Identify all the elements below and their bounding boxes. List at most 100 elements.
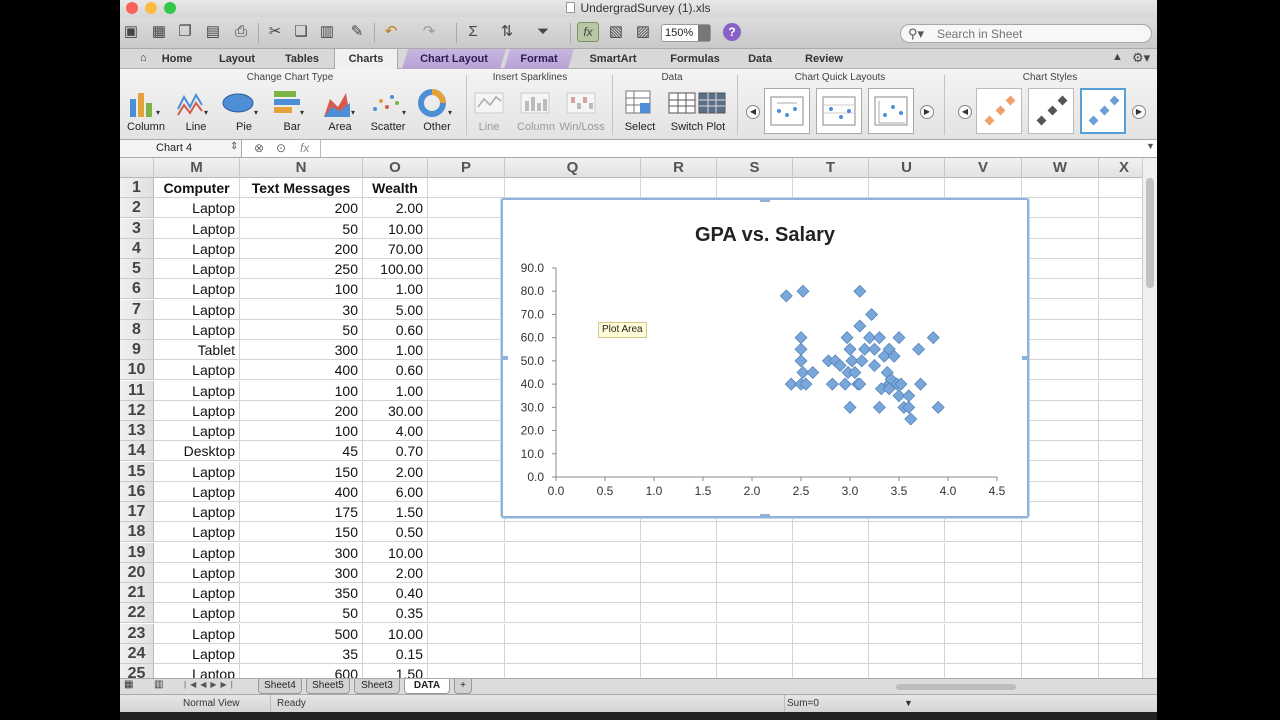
cell[interactable]: Laptop [154, 380, 240, 401]
expand-formula-icon[interactable]: ▼ [1146, 141, 1155, 151]
cell[interactable]: 250 [240, 259, 363, 279]
cell[interactable] [428, 421, 505, 441]
new-workbook-icon[interactable]: ▣ [122, 23, 140, 41]
cell[interactable] [945, 522, 1022, 543]
cell[interactable] [717, 562, 793, 583]
cell[interactable] [1022, 238, 1099, 259]
bar-button[interactable]: Bar [270, 121, 314, 133]
close-window-button[interactable] [126, 2, 138, 14]
sum-readout[interactable]: Sum=0 [787, 695, 819, 712]
cell[interactable] [945, 603, 1022, 624]
cancel-entry-icon[interactable]: ⊗ [254, 141, 264, 155]
row-header[interactable]: 12 [120, 400, 154, 421]
row-header[interactable]: 5 [120, 259, 154, 279]
cell[interactable] [1022, 441, 1099, 462]
cell[interactable]: 0.40 [363, 583, 428, 603]
cell[interactable] [428, 441, 505, 462]
cell[interactable]: Laptop [154, 664, 240, 678]
cell[interactable]: 400 [240, 481, 363, 502]
cell[interactable] [1099, 421, 1142, 441]
row-header[interactable]: 18 [120, 522, 154, 543]
cell[interactable]: 200 [240, 238, 363, 259]
select-all-corner[interactable] [120, 158, 154, 178]
cell[interactable]: 0.50 [363, 522, 428, 543]
fx-icon[interactable]: fx [300, 141, 309, 155]
resize-handle[interactable] [760, 514, 770, 518]
row-header[interactable]: 9 [120, 340, 154, 360]
column-header-o[interactable]: O [363, 158, 428, 178]
tab-data[interactable]: Data [740, 49, 780, 69]
cell[interactable] [869, 562, 945, 583]
sheet-tab-data[interactable]: DATA [404, 679, 450, 694]
cell[interactable] [793, 562, 869, 583]
cell[interactable] [1099, 522, 1142, 543]
cell[interactable] [1022, 481, 1099, 502]
cell[interactable]: 10.00 [363, 542, 428, 563]
cell[interactable] [1022, 319, 1099, 340]
cell[interactable]: Desktop [154, 441, 240, 462]
data-point[interactable] [868, 342, 881, 356]
cell[interactable] [717, 623, 793, 644]
cell[interactable] [869, 522, 945, 543]
row-header[interactable]: 22 [120, 603, 154, 624]
cell[interactable] [945, 178, 1022, 198]
cell[interactable] [717, 542, 793, 563]
vertical-scroll-thumb[interactable] [1146, 178, 1154, 288]
cell[interactable] [1022, 279, 1099, 300]
cell[interactable]: 0.70 [363, 441, 428, 462]
cell[interactable] [428, 623, 505, 644]
cell[interactable] [793, 664, 869, 678]
cell[interactable]: 10.00 [363, 623, 428, 644]
cell[interactable]: 2.00 [363, 461, 428, 482]
data-point[interactable] [872, 331, 886, 345]
data-point[interactable] [865, 307, 879, 321]
cell[interactable]: Text Messages [240, 178, 363, 198]
row-header[interactable]: 14 [120, 441, 154, 462]
cell[interactable]: 200 [240, 198, 363, 219]
cell[interactable] [945, 623, 1022, 644]
cell[interactable] [1099, 502, 1142, 522]
data-point[interactable] [853, 319, 867, 333]
chart-title[interactable]: GPA vs. Salary [695, 224, 836, 246]
format-painter-icon[interactable]: ✎ [348, 23, 366, 41]
cell[interactable] [1022, 218, 1099, 239]
cell[interactable]: 100 [240, 279, 363, 300]
cell[interactable] [505, 643, 641, 664]
cell[interactable] [1022, 583, 1099, 603]
cell[interactable]: 300 [240, 340, 363, 360]
cell[interactable] [1099, 219, 1142, 239]
cell[interactable]: 100 [240, 421, 363, 441]
column-header-t[interactable]: T [793, 158, 869, 178]
data-point[interactable] [794, 354, 808, 368]
cell[interactable]: Laptop [154, 623, 240, 644]
cell[interactable]: Laptop [154, 461, 240, 482]
data-point[interactable] [779, 289, 793, 303]
cell[interactable] [641, 522, 717, 543]
cell[interactable] [428, 340, 505, 360]
line-button[interactable]: Line [174, 121, 218, 133]
cell[interactable] [1099, 644, 1142, 664]
cell[interactable] [428, 238, 505, 259]
tab-format[interactable]: Format [504, 49, 574, 69]
cell[interactable] [428, 319, 505, 340]
row-header[interactable]: 13 [120, 421, 154, 441]
cell[interactable] [641, 623, 717, 644]
styles-prev-icon[interactable]: ◀ [958, 105, 972, 119]
cell[interactable]: Laptop [154, 603, 240, 624]
cell[interactable] [793, 583, 869, 603]
quick-layout-2[interactable] [816, 88, 862, 134]
cell[interactable] [505, 583, 641, 603]
cell[interactable] [1099, 300, 1142, 320]
quick-layout-3[interactable] [868, 88, 914, 134]
cell[interactable] [1022, 562, 1099, 583]
sheet-nav-icon[interactable]: |◀◀▶▶| [184, 680, 237, 689]
cell[interactable] [869, 664, 945, 678]
row-header[interactable]: 17 [120, 502, 154, 522]
cell[interactable]: 100.00 [363, 259, 428, 279]
cell[interactable]: Laptop [154, 481, 240, 502]
cell[interactable]: Laptop [154, 259, 240, 279]
tab-smartart[interactable]: SmartArt [580, 49, 646, 69]
cell[interactable] [869, 542, 945, 563]
cell[interactable]: 35 [240, 643, 363, 664]
cell[interactable]: Laptop [154, 400, 240, 421]
